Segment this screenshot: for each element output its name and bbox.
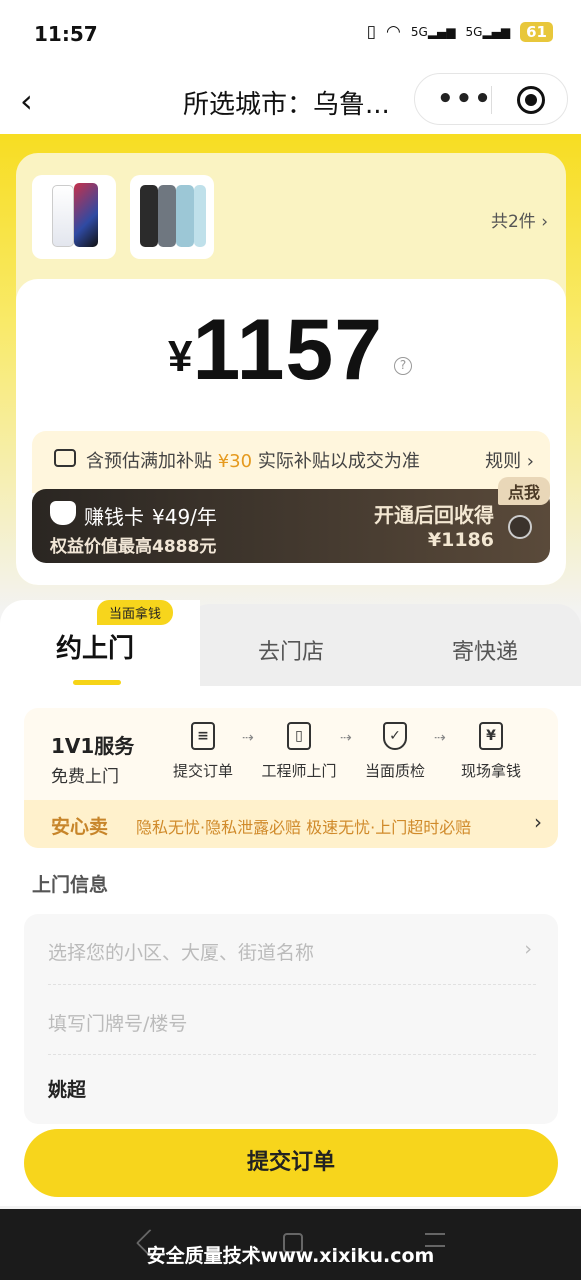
chevron-right-icon: › (524, 938, 532, 960)
service-card: 1V1服务 免费上门 ≡ 提交订单 ⇢ ▯ 工程师上门 ⇢ ✓ 当面质检 ⇢ ¥ 现场拿… (24, 708, 558, 848)
active-tab-indicator (73, 680, 121, 685)
face-to-face-tag: 当面拿钱 (97, 600, 174, 625)
safe-sell-text: 隐私无忧·隐私泄露必赔 极速无忧·上门超时必赔 (136, 818, 472, 837)
price-box: ¥1157 ? 含预估满加补贴 ¥30 实际补贴以成交为准 规则 › 赚钱卡 ¥4… (16, 279, 566, 585)
capsule-divider (491, 86, 492, 114)
contact-name-value: 姚超 (48, 1079, 87, 1101)
navigation-bar: ‹ 所选城市：乌鲁... ••• (0, 68, 581, 134)
watermark: 安全质量技术www.xixiku.com (146, 1245, 435, 1267)
phone-image-white (52, 185, 74, 247)
visit-info-form: 选择您的小区、大厦、街道名称 › 填写门牌号/楼号 姚超 (24, 914, 558, 1124)
step-submit-order: ≡ 提交订单 (158, 722, 248, 781)
safe-sell-banner[interactable]: 安心卖 隐私无忧·隐私泄露必赔 极速无忧·上门超时必赔 › (24, 800, 558, 848)
door-number-placeholder: 填写门牌号/楼号 (48, 1013, 188, 1035)
subsidy-text: 含预估满加补贴 ¥30 实际补贴以成交为准 (86, 451, 420, 472)
help-icon[interactable]: ? (394, 357, 412, 375)
status-bar: 11:57 ▯ ◠ 5G▂▄▆ 5G▂▄▆ 61 (0, 0, 581, 68)
earn-money-card[interactable]: 赚钱卡 ¥49/年 权益价值最高4888元 开通后回收得 ¥1186 点我 (32, 477, 550, 563)
estimated-price: ¥1157 (168, 301, 383, 400)
target-icon[interactable] (517, 86, 545, 114)
wifi-icon: ◠ (386, 22, 401, 42)
mini-program-capsule: ••• (414, 73, 568, 125)
phone-image-teal (176, 185, 194, 247)
step-engineer-visit: ▯ 工程师上门 (254, 722, 344, 781)
battery-icon: 61 (520, 22, 553, 42)
system-nav-bar: 安全质量技术www.xixiku.com (0, 1209, 581, 1280)
earn-card-logo-icon (50, 501, 76, 525)
door-number-input[interactable]: 填写门牌号/楼号 (48, 984, 536, 1036)
shield-check-icon: ✓ (383, 722, 407, 750)
currency-symbol: ¥ (168, 332, 193, 381)
page-title: 所选城市：乌鲁... (183, 90, 390, 120)
signal-icon-2: 5G▂▄▆ (465, 25, 511, 39)
more-dots-icon[interactable]: ••• (437, 84, 493, 114)
contact-name-field[interactable]: 姚超 (48, 1054, 536, 1102)
step-inspection: ✓ 当面质检 (350, 722, 440, 781)
earn-card-after-value: ¥1186 (427, 529, 494, 551)
main-content: 1V1服务 免费上门 ≡ 提交订单 ⇢ ▯ 工程师上门 ⇢ ✓ 当面质检 ⇢ ¥ 现场拿… (0, 686, 581, 1206)
vibrate-icon: ▯ (366, 22, 377, 42)
product-thumbnail-1[interactable] (32, 175, 116, 259)
coupon-icon (54, 449, 76, 467)
rule-link[interactable]: 规则 › (485, 447, 534, 473)
phone-image-black (140, 185, 158, 247)
earn-card-benefit: 权益价值最高4888元 (50, 537, 217, 557)
arrow-icon: ⇢ (242, 730, 254, 746)
product-card: 共2件 › ¥1157 ? 含预估满加补贴 ¥30 实际补贴以成交为准 规则 ›… (16, 153, 566, 585)
back-icon[interactable]: ‹ (20, 82, 33, 120)
click-me-tag[interactable]: 点我 (497, 477, 550, 505)
product-count-link[interactable]: 共2件 › (491, 207, 548, 232)
order-icon: ≡ (191, 722, 215, 750)
chevron-right-icon: › (534, 810, 542, 834)
address-placeholder: 选择您的小区、大厦、街道名称 (48, 942, 315, 964)
door-icon: ▯ (287, 722, 311, 750)
recycle-method-tabs: 当面拿钱 约上门 去门店 寄快递 (0, 600, 581, 686)
status-time: 11:57 (34, 22, 98, 46)
subsidy-amount: ¥30 (217, 451, 253, 472)
product-thumbnail-2[interactable] (130, 175, 214, 259)
tab-store[interactable]: 去门店 (258, 634, 324, 666)
price-value: 1157 (192, 302, 384, 398)
tab-mail[interactable]: 寄快递 (452, 634, 518, 666)
address-select[interactable]: 选择您的小区、大厦、街道名称 › (48, 938, 536, 965)
submit-order-button[interactable]: 提交订单 (24, 1129, 558, 1197)
visit-info-title: 上门信息 (32, 874, 109, 896)
phone-image-gray (158, 185, 176, 247)
status-icons: ▯ ◠ 5G▂▄▆ 5G▂▄▆ 61 (367, 22, 553, 42)
safe-sell-label: 安心卖 (51, 816, 109, 838)
subsidy-banner[interactable]: 含预估满加补贴 ¥30 实际补贴以成交为准 规则 › (32, 431, 550, 493)
service-subtitle: 免费上门 (51, 767, 119, 787)
earn-card-title: 赚钱卡 ¥49/年 (84, 505, 217, 529)
signal-icon-1: 5G▂▄▆ (410, 25, 456, 39)
tab-background (186, 604, 581, 686)
earn-card-radio[interactable] (508, 515, 532, 539)
service-title: 1V1服务 (51, 734, 135, 758)
step-get-paid: ¥ 现场拿钱 (446, 722, 536, 781)
arrow-icon: ⇢ (434, 730, 446, 746)
earn-card-after-label: 开通后回收得 (374, 503, 494, 527)
yuan-icon: ¥ (479, 722, 503, 750)
tab-home-visit[interactable]: 约上门 (56, 628, 134, 665)
phone-image-blue (74, 183, 98, 247)
phone-image-lightblue (194, 185, 206, 247)
